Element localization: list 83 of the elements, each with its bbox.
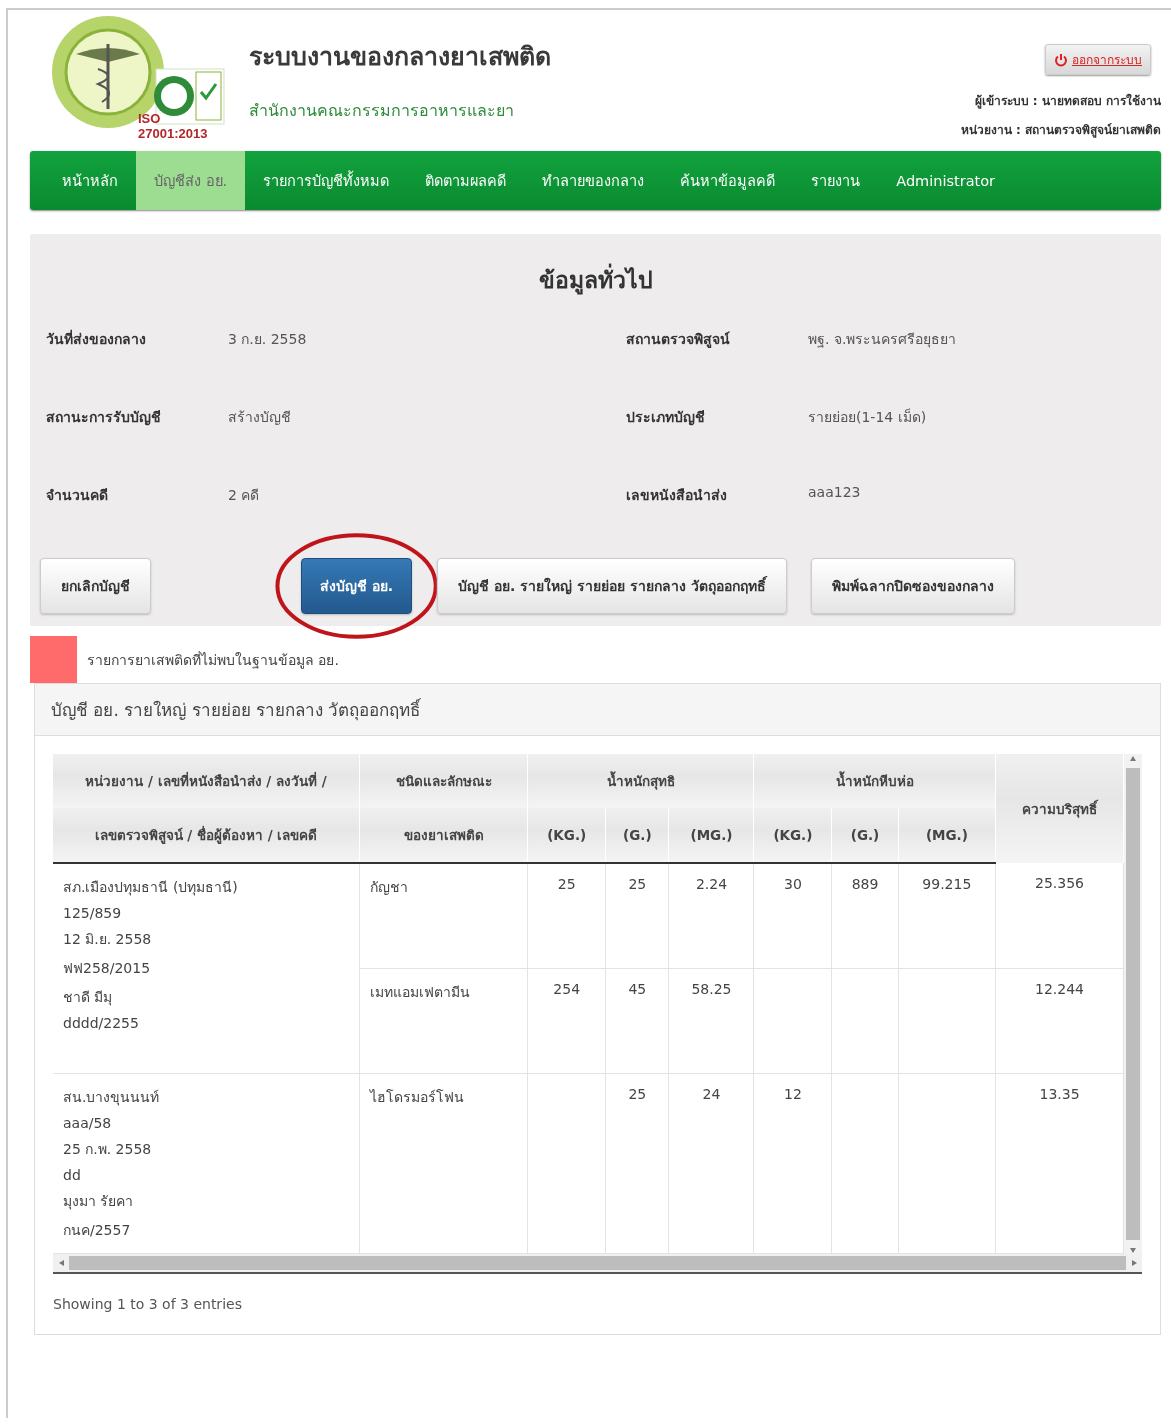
field-label: จำนวนคดี — [46, 486, 109, 505]
field-label: เลขหนังสือนำส่ง — [626, 486, 728, 505]
weight-cell: 889 — [831, 863, 899, 969]
unit-header: (G.) — [605, 808, 669, 863]
weight-cell: 2.24 — [669, 863, 754, 969]
logout-button[interactable]: ออกจากระบบ — [1045, 44, 1151, 75]
case-detail: 125/859 — [63, 905, 123, 921]
field-label: สถานะการรับบัญชี — [46, 408, 162, 428]
action-button[interactable]: พิมพ์ฉลากปิดซองของกลาง — [810, 558, 1015, 614]
action-button[interactable]: บัญชี อย. รายใหญ่ รายย่อย รายกลาง วัตถุออกฤทธิ์ — [437, 558, 787, 614]
case-detail: มุงมา รัยคา — [63, 1192, 135, 1212]
weight-cell: 30 — [753, 863, 832, 969]
column-header: เลขตรวจพิสูจน์ / ชื่อผู้ต้องหา / เลขคดี — [53, 808, 360, 863]
field-value: รายย่อย(1-14 เม็ด) — [808, 407, 928, 427]
nav-tab[interactable]: ติดตามผลคดี — [407, 151, 525, 210]
action-button[interactable]: ยกเลิกบัญชี — [40, 558, 151, 614]
drug-name-cell: เมทแอมเฟตามีน — [359, 968, 528, 1074]
case-detail: aaa/58 — [63, 1115, 113, 1131]
weight-cell: 25 — [605, 1073, 669, 1254]
field-label: วันที่ส่งของกลาง — [46, 328, 147, 349]
unit-header: (MG.) — [669, 808, 754, 863]
nav-tab[interactable]: รายงาน — [793, 151, 879, 210]
field-value: 3 ก.ย. 2558 — [228, 330, 308, 349]
user-info: ผู้เข้าระบบ : นายทดสอบ การใช้งาน — [974, 92, 1161, 110]
weight-cell: 99.215 — [898, 863, 996, 969]
organization-name: สำนักงานคณะกรรมการอาหารและยา — [249, 100, 515, 122]
column-group-header: น้ำหนักสุทธิ — [527, 754, 754, 808]
nav-tab[interactable]: บัญชีส่ง อย. — [136, 151, 246, 210]
case-detail: กนค/2557 — [63, 1221, 132, 1240]
weight-cell: 13.35 — [995, 1073, 1124, 1254]
nav-tab[interactable]: Administrator — [878, 151, 1014, 210]
unit-header: (KG.) — [753, 808, 832, 863]
case-detail: dddd/2255 — [63, 1015, 140, 1031]
column-header: หน่วยงาน / เลขที่หนังสือนำส่ง / ลงวันที่ / — [53, 754, 360, 808]
scroll-up-icon[interactable] — [1129, 754, 1137, 762]
entries-info: Showing 1 to 3 of 3 entries — [53, 1295, 243, 1314]
unit-header: (KG.) — [527, 808, 606, 863]
case-detail: 12 มิ.ย. 2558 — [63, 930, 153, 949]
section-title: ข้อมูลทั่วไป — [40, 262, 1151, 298]
case-detail: สภ.เมืองปทุมธานี (ปทุมธานี) — [63, 878, 239, 898]
field-value: สร้างบัญชี — [228, 408, 292, 427]
case-detail: ฟฟ258/2015 — [63, 959, 152, 978]
weight-cell: 45 — [605, 968, 669, 1074]
panel-title: บัญชี อย. รายใหญ่ รายย่อย รายกลาง วัตถุออกฤทธิ์ — [35, 684, 1160, 736]
iso-caption: ISO 27001:2013 — [138, 111, 209, 141]
weight-cell: 12.244 — [995, 968, 1124, 1074]
case-detail: สน.บางขุนนนท์ — [63, 1088, 161, 1108]
scroll-left-icon[interactable] — [57, 1259, 65, 1267]
power-icon — [1054, 52, 1068, 67]
nav-tab[interactable]: ค้นหาข้อมูลคดี — [662, 151, 794, 210]
field-label: ประเภทบัญชี — [626, 408, 706, 428]
weight-cell: 25 — [605, 863, 669, 969]
nav-tab[interactable]: หน้าหลัก — [30, 151, 136, 210]
unit-header: (G.) — [831, 808, 899, 863]
drug-name-cell: ไฮโดรมอร์โฟน — [359, 1073, 528, 1254]
field-value: 2 คดี — [228, 486, 261, 505]
column-header: ชนิดและลักษณะ — [359, 754, 528, 808]
nav-tab[interactable]: ทำลายของกลาง — [524, 151, 663, 210]
case-detail: ชาดี มีมุ — [63, 988, 114, 1008]
app-title: ระบบงานของกลางยาเสพติด — [249, 41, 551, 73]
weight-cell: 254 — [527, 968, 606, 1074]
vertical-scrollbar[interactable] — [1124, 754, 1142, 1254]
column-header: ของยาเสพติด — [359, 808, 528, 863]
case-detail: dd — [63, 1167, 82, 1183]
horizontal-scrollbar[interactable] — [53, 1254, 1142, 1274]
weight-cell: 25 — [527, 863, 606, 969]
weight-cell: 12 — [753, 1073, 832, 1254]
nav-tab[interactable]: รายการบัญชีทั้งหมด — [245, 151, 408, 210]
column-header: ความบริสุทธิ์ — [995, 754, 1124, 863]
field-label: สถานตรวจพิสูจน์ — [626, 330, 731, 350]
field-value: aaa123 — [808, 484, 862, 502]
field-value: พฐ. จ.พระนครศรีอยุธยา — [808, 330, 958, 350]
unit-header: (MG.) — [898, 808, 996, 863]
weight-cell: 24 — [669, 1073, 754, 1254]
unit-info: หน่วยงาน : สถานตรวจพิสูจน์ยาเสพติด — [960, 122, 1161, 139]
drug-name-cell: กัญชา — [359, 863, 528, 969]
submit-button[interactable]: ส่งบัญชี อย. — [301, 558, 413, 614]
weight-cell: 25.356 — [995, 863, 1124, 969]
scroll-right-icon[interactable] — [1130, 1259, 1138, 1267]
column-group-header: น้ำหนักหีบห่อ — [753, 754, 996, 808]
case-detail: 25 ก.พ. 2558 — [63, 1140, 153, 1159]
legend-label: รายการยาเสพติดที่ไม่พบในฐานข้อมูล อย. — [87, 650, 339, 671]
weight-cell: 58.25 — [669, 968, 754, 1074]
